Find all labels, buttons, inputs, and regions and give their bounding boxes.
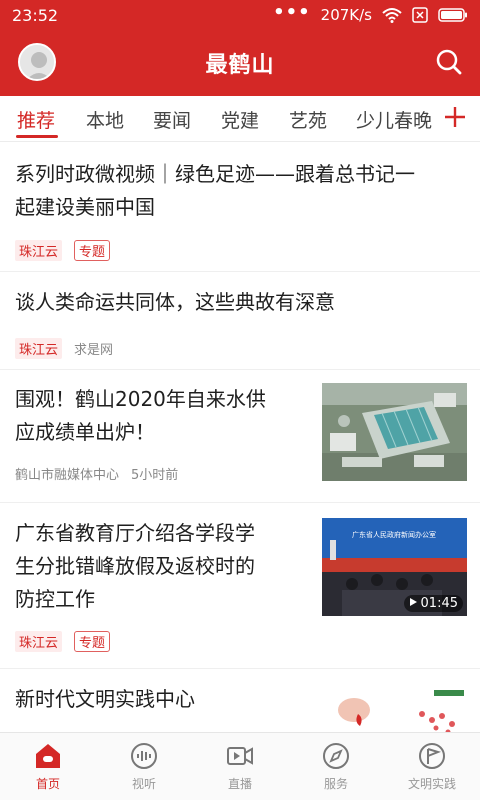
- title-line-1: 广东省教育厅介绍各学段学: [15, 521, 255, 545]
- app-header: 最鹤山: [0, 30, 480, 96]
- source-label: 珠江云: [15, 338, 63, 359]
- channel-tabs: 推荐 本地 要闻 党建 艺苑 少儿春晚: [0, 96, 480, 142]
- title-line-2: 应成绩单出炉！: [15, 420, 155, 444]
- civilization-practice-thumbnail[interactable]: [322, 684, 467, 732]
- topic-tag: 专题: [74, 631, 111, 652]
- nav-audio-video[interactable]: 视听: [96, 733, 192, 800]
- status-bar: 23:52 ••• 207K/s: [0, 0, 480, 30]
- tab-local[interactable]: 本地: [86, 106, 124, 133]
- home-icon: [33, 741, 63, 771]
- news-meta: 珠江云 求是网: [15, 338, 113, 359]
- compass-icon: [321, 741, 351, 771]
- news-title: 系列时政微视频｜绿色足迹——跟着总书记一 起建设美丽中国: [15, 158, 415, 224]
- video-duration: 01:45: [403, 595, 463, 612]
- news-title: 广东省教育厅介绍各学段学 生分批错峰放假及返校时的 防控工作: [15, 517, 255, 616]
- search-icon[interactable]: [434, 47, 464, 77]
- publish-time: 5小时前: [131, 468, 179, 483]
- news-title: 谈人类命运共同体，这些典故有深意: [15, 286, 335, 319]
- video-camera-icon: [225, 741, 255, 771]
- waterworks-aerial-thumbnail[interactable]: [322, 383, 467, 481]
- title-line-1: 谈人类命运共同体，这些典故有深意: [15, 290, 335, 314]
- nav-label: 直播: [227, 777, 252, 791]
- play-icon: [409, 596, 418, 611]
- topic-tag: 专题: [74, 240, 111, 261]
- tab-children-gala[interactable]: 少儿春晚: [356, 106, 432, 133]
- nav-label: 服务: [323, 777, 348, 791]
- source-label: 珠江云: [15, 240, 63, 261]
- active-tab-indicator: [16, 135, 58, 138]
- source-secondary: 求是网: [74, 343, 114, 358]
- plus-icon[interactable]: [442, 102, 468, 132]
- news-item-1[interactable]: 系列时政微视频｜绿色足迹——跟着总书记一 起建设美丽中国 珠江云 专题: [0, 142, 480, 272]
- title-line-2: 起建设美丽中国: [15, 195, 155, 219]
- tab-arts[interactable]: 艺苑: [289, 106, 327, 133]
- nav-civilization-practice[interactable]: 文明实践: [384, 733, 480, 800]
- status-icons: ••• 207K/s: [273, 2, 468, 24]
- network-speed: 207K/s: [320, 6, 372, 24]
- title-line-1: 围观！鹤山2020年自来水供: [15, 387, 266, 411]
- title-line-2: 生分批错峰放假及返校时的: [15, 554, 255, 578]
- news-item-5[interactable]: 新时代文明实践中心: [0, 669, 480, 732]
- user-avatar-icon[interactable]: [18, 43, 56, 81]
- news-title: 围观！鹤山2020年自来水供 应成绩单出炉！: [15, 383, 266, 449]
- flag-icon: [417, 741, 447, 771]
- press-conference-video-thumbnail[interactable]: 广东省人民政府新闻办公室 01:45: [322, 518, 467, 616]
- title-line-1: 新时代文明实践中心: [15, 687, 195, 711]
- tab-party[interactable]: 党建: [221, 106, 259, 133]
- tab-headlines[interactable]: 要闻: [153, 106, 191, 133]
- news-item-2[interactable]: 谈人类命运共同体，这些典故有深意 珠江云 求是网: [0, 272, 480, 370]
- title-line-1: 系列时政微视频｜绿色足迹——跟着总书记一: [15, 162, 415, 186]
- nav-label: 首页: [35, 777, 60, 791]
- tab-recommend[interactable]: 推荐: [17, 106, 55, 133]
- battery-icon: [438, 8, 468, 22]
- wifi-icon: [382, 7, 402, 23]
- news-meta: 鹤山市融媒体中心 5小时前: [15, 464, 178, 483]
- duration-text: 01:45: [420, 596, 458, 611]
- more-dots: •••: [273, 1, 311, 23]
- news-feed: 系列时政微视频｜绿色足迹——跟着总书记一 起建设美丽中国 珠江云 专题 谈人类命…: [0, 142, 480, 732]
- nav-label: 文明实践: [407, 777, 456, 791]
- app-title: 最鹤山: [205, 53, 275, 78]
- source-label: 珠江云: [15, 631, 63, 652]
- news-meta: 珠江云 专题: [15, 631, 111, 652]
- news-item-4[interactable]: 广东省教育厅介绍各学段学 生分批错峰放假及返校时的 防控工作 珠江云 专题 广东…: [0, 503, 480, 669]
- nav-live[interactable]: 直播: [192, 733, 288, 800]
- nav-home[interactable]: 首页: [0, 733, 96, 800]
- status-time: 23:52: [12, 5, 59, 25]
- bottom-navigation: 首页 视听 直播 服务 文明实践: [0, 732, 480, 800]
- news-item-3[interactable]: 围观！鹤山2020年自来水供 应成绩单出炉！ 鹤山市融媒体中心 5小时前: [0, 370, 480, 503]
- press-banner-text: 广东省人民政府新闻办公室: [352, 531, 436, 539]
- nav-label: 视听: [131, 777, 156, 791]
- source-label: 鹤山市融媒体中心: [15, 468, 120, 483]
- news-title: 新时代文明实践中心: [15, 683, 195, 716]
- no-sim-icon: [412, 7, 428, 23]
- title-line-3: 防控工作: [15, 587, 95, 611]
- nav-services[interactable]: 服务: [288, 733, 384, 800]
- news-meta: 珠江云 专题: [15, 240, 111, 261]
- audio-wave-icon: [129, 741, 159, 771]
